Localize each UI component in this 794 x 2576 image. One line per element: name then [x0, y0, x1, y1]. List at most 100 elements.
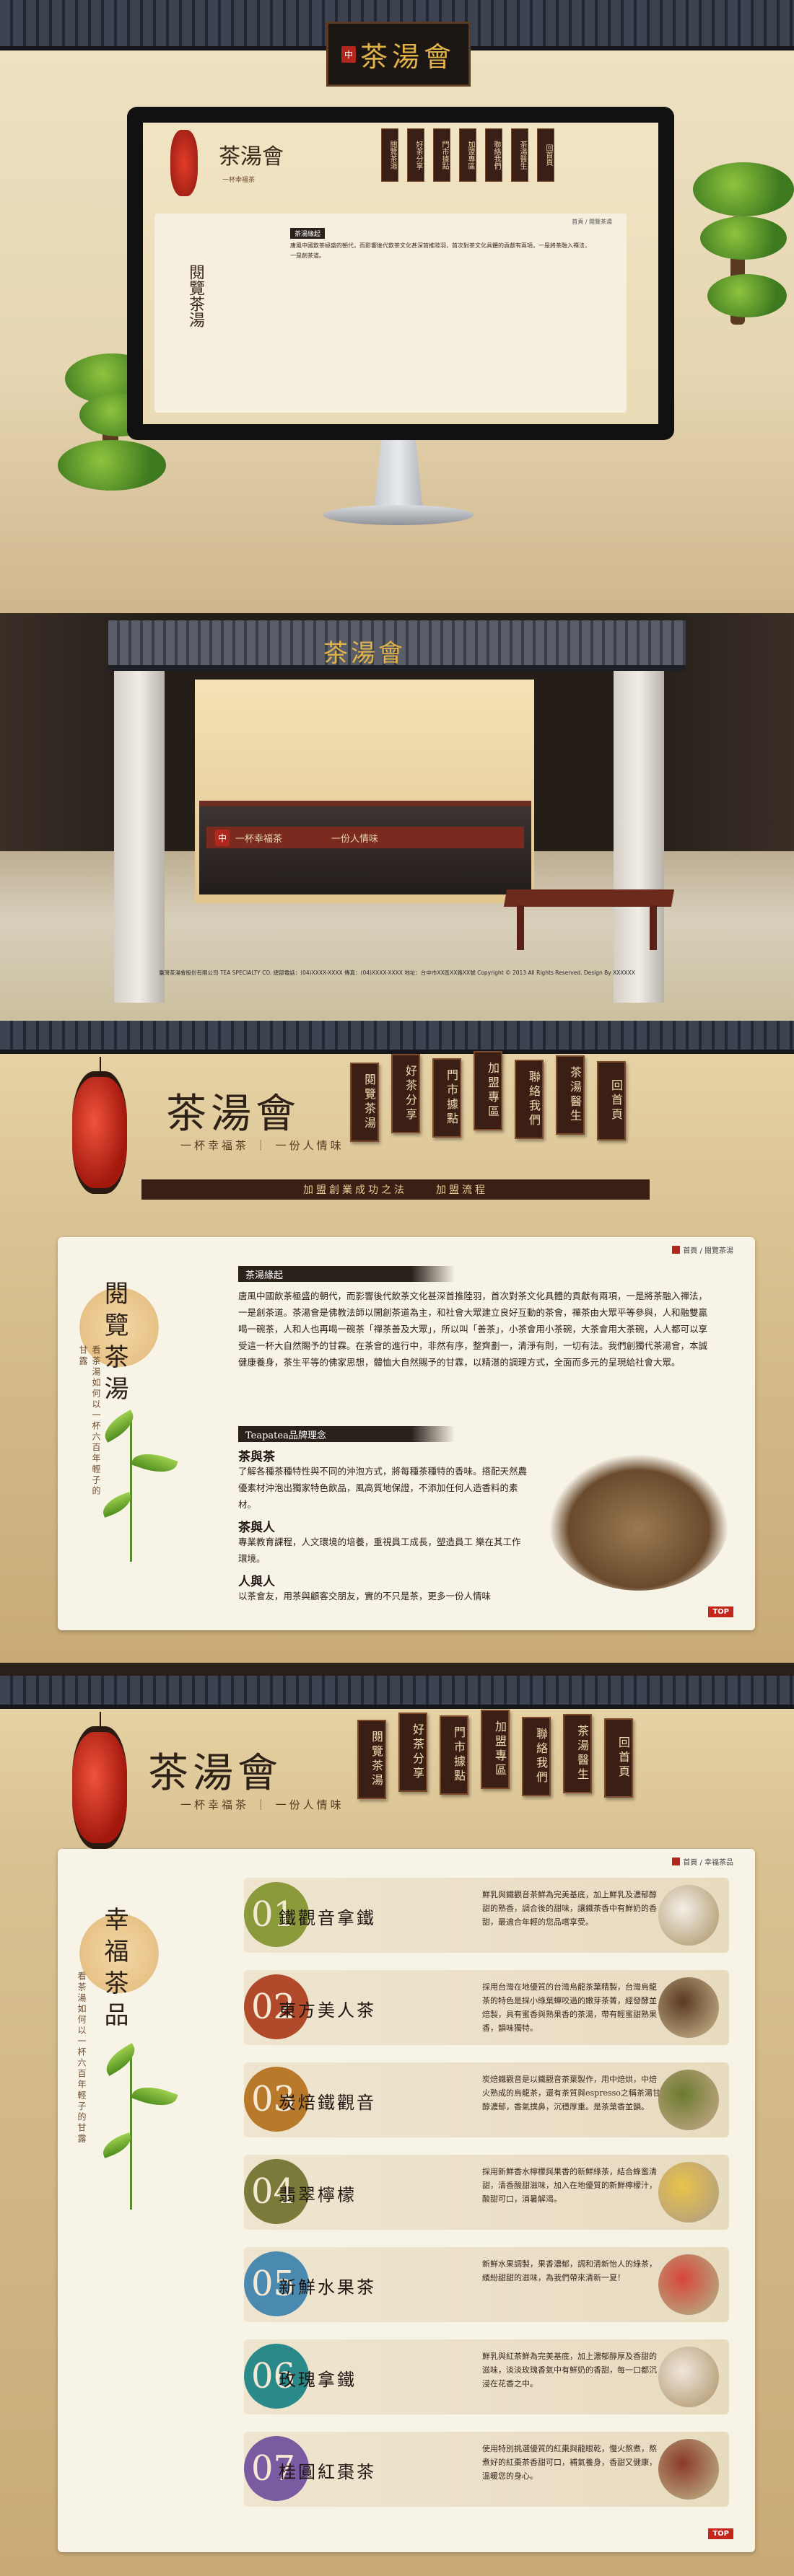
product-item[interactable]: 01 鐵觀音拿鐵 鮮乳與鐵觀音茶鮮為完美基底，加上鮮乳及濃郁醇甜的熟香，調合後的甜味… — [244, 1878, 729, 1953]
paragraph-people: 以茶會友，用茶與顧客交朋友，實的不只是茶，更多一份人情味 — [238, 1591, 492, 1601]
nav-tag-share[interactable]: 好茶分享 — [391, 1054, 420, 1133]
content-card: 首頁 / 閱覽茶湯 閱覽茶湯 看茶湯如何以一杯六百年輕子的甘露 茶湯緣起 唐風中… — [58, 1237, 755, 1630]
intro-paragraph: 唐風中國飲茶極盛的朝代，而影響後代飲茶文化甚深首推陸羽，首次對茶文化具體的貢獻有… — [238, 1291, 708, 1368]
shop-counter: 中 一杯幸福茶 一份人情味 — [199, 801, 531, 894]
product-item[interactable]: 02 東方美人茶 採用台灣在地優質的台灣烏龍茶葉精製，台灣烏龍茶的特色是採小綠葉蟬咬… — [244, 1970, 729, 2045]
nav-tag-contact[interactable]: 聯絡我們 — [515, 1060, 544, 1139]
mini-logo: 茶湯會 — [219, 144, 284, 170]
slogan-a: 一杯幸福茶 — [180, 1798, 250, 1811]
lantern — [72, 1726, 127, 1849]
mini-nav: 閱覽茶湯 好茶分享 門市據點 加盟專區 聯絡我們 茶湯醫生 回首頁 — [381, 128, 554, 182]
back-to-top-button[interactable]: TOP — [708, 1606, 733, 1617]
mini-breadcrumb[interactable]: 首頁 / 閱覽茶湯 — [572, 218, 612, 226]
product-description: 鮮乳與鐵觀音茶鮮為完美基底，加上鮮乳及濃郁醇甜的熟香，調合後的甜味，讓鐵茶香中有… — [482, 1890, 657, 1927]
mini-nav-tag[interactable]: 聯絡我們 — [485, 128, 502, 182]
mini-nav-tag[interactable]: 門市據點 — [433, 128, 450, 182]
mini-nav-tag[interactable]: 茶湯醫生 — [511, 128, 528, 182]
nav-tags: 閱覽茶湯 好茶分享 門市據點 加盟專區 聯絡我們 茶湯醫生 回首頁 — [350, 1050, 638, 1142]
product-name: 炭焙鐵觀音 — [279, 2093, 376, 2113]
nav-tag-read[interactable]: 閱覽茶湯 — [357, 1720, 386, 1799]
home-icon — [672, 1246, 681, 1254]
page-logo[interactable]: 茶湯會 — [166, 1081, 300, 1140]
product-name: 東方美人茶 — [279, 2000, 376, 2021]
pillar — [614, 671, 664, 1003]
nav-tag-read[interactable]: 閱覽茶湯 — [350, 1063, 379, 1142]
sub-nav-item[interactable]: 加盟創業成功之法 — [303, 1182, 407, 1197]
nav-tag-doctor[interactable]: 茶湯醫生 — [556, 1055, 585, 1135]
bonsai-tree — [58, 440, 166, 491]
brand-logo: 茶湯會 — [360, 40, 456, 73]
product-image — [658, 2070, 719, 2130]
nav-tag-share[interactable]: 好茶分享 — [398, 1713, 427, 1792]
mini-nav-tag[interactable]: 回首頁 — [537, 128, 554, 182]
page-slogan: 一杯幸福茶 ｜ 一份人情味 — [180, 1798, 344, 1811]
lantern — [72, 1071, 127, 1194]
product-item[interactable]: 05 新鮮水果茶 新鮮水果調製，果香濃郁，調和清新怡人的綠茶，繽紛甜甜的滋味，為我們… — [244, 2247, 729, 2322]
slogan-b: 一份人情味 — [275, 1139, 344, 1152]
product-item[interactable]: 04 翡翠檸檬 採用新鮮香水檸檬與果香的新鮮綠茶，結合蜂蜜清甜，清香酸甜滋味，加入在… — [244, 2155, 729, 2230]
section-heading: 茶湯緣起 — [238, 1266, 455, 1282]
product-name: 玫瑰拿鐵 — [279, 2370, 357, 2390]
brand-seal: 中 — [341, 45, 356, 63]
product-description: 使用特別挑選優質的紅棗與龍眼乾，慢火熬煮，熬煮好的紅棗茶香甜可口，補氣養身，香甜… — [482, 2444, 657, 2481]
counter-strip: 中 一杯幸福茶 一份人情味 — [206, 827, 524, 848]
bonsai-tree — [693, 162, 794, 216]
mini-nav-tag[interactable]: 閱覽茶湯 — [381, 128, 398, 182]
product-image — [658, 2254, 719, 2315]
nav-tag-contact[interactable]: 聯絡我們 — [522, 1717, 551, 1796]
page-slogan: 一杯幸福茶 ｜ 一份人情味 — [180, 1139, 344, 1152]
nav-tag-home[interactable]: 回首頁 — [597, 1061, 626, 1140]
breadcrumb-text: 首頁 / 閱覽茶湯 — [683, 1247, 733, 1255]
shop-photo-section: 茶湯會 中 一杯幸福茶 一份人情味 臺灣茶湯會股份有限公司 TEA SPECIA… — [0, 613, 794, 1021]
slogan-b: 一份人情味 — [275, 1798, 344, 1811]
product-name: 桂圓紅棗茶 — [279, 2462, 376, 2482]
product-description: 鮮乳與紅茶鮮為完美基底，加上濃郁醇厚及香甜的滋味，淡淡玫瑰香氣中有鮮奶的香甜，每… — [482, 2352, 657, 2388]
breadcrumb[interactable]: 首頁 / 幸福茶品 — [672, 1856, 733, 1867]
mini-vertical-title: 閱覽茶湯 — [186, 264, 204, 328]
nav-tag-home[interactable]: 回首頁 — [604, 1718, 633, 1798]
product-description: 採用新鮮香水檸檬與果香的新鮮綠茶，結合蜂蜜清甜，清香酸甜滋味，加入在地優質的新鮮… — [482, 2167, 657, 2204]
tea-sprout-stem — [130, 1417, 132, 1562]
bench-leg — [517, 905, 524, 950]
lantern-rope — [100, 1712, 101, 1726]
home-icon — [672, 1858, 681, 1865]
hanging-signboard: 中 茶湯會 — [326, 22, 471, 87]
monitor-base — [323, 505, 474, 525]
concept-heading: Teapatea品牌理念 — [238, 1426, 455, 1442]
breadcrumb[interactable]: 首頁 / 閱覽茶湯 — [672, 1244, 733, 1255]
sub-nav-item[interactable]: 加盟流程 — [436, 1182, 488, 1197]
product-image — [658, 2439, 719, 2500]
nav-tag-franchise[interactable]: 加盟專區 — [481, 1710, 510, 1789]
nav-tag-stores[interactable]: 門市據點 — [432, 1058, 461, 1138]
page-logo[interactable]: 茶湯會 — [148, 1741, 282, 1799]
product-item[interactable]: 03 炭焙鐵觀音 炭焙鐵觀音是以鐵觀音茶葉製作，用中焙烘，中焙火熟成的烏龍茶，還有茶… — [244, 2062, 729, 2137]
back-to-top-button[interactable]: TOP — [708, 2528, 733, 2539]
bench-leg — [650, 905, 657, 950]
mini-nav-tag[interactable]: 加盟專區 — [459, 128, 476, 182]
nav-tag-franchise[interactable]: 加盟專區 — [474, 1051, 502, 1130]
product-item[interactable]: 06 玫瑰拿鐵 鮮乳與紅茶鮮為完美基底，加上濃郁醇厚及香甜的滋味，淡淡玫瑰香氣中有鮮… — [244, 2339, 729, 2414]
menu-card: 首頁 / 幸福茶品 幸福茶品 看茶湯如何以一杯六百年輕子的甘露 01 鐵觀音拿鐵鮮… — [58, 1849, 755, 2552]
bonsai-tree — [707, 274, 787, 317]
product-image — [658, 2347, 719, 2407]
counter-slogan-b: 一份人情味 — [331, 833, 379, 845]
breadcrumb-text: 首頁 / 幸福茶品 — [683, 1859, 733, 1867]
product-image — [658, 1885, 719, 1946]
monitor-stand — [374, 440, 423, 509]
nav-tags: 閱覽茶湯 好茶分享 門市據點 加盟專區 聯絡我們 茶湯醫生 回首頁 — [357, 1708, 645, 1799]
nav-tag-stores[interactable]: 門市據點 — [440, 1715, 468, 1795]
slogan-a: 一杯幸福茶 — [180, 1139, 250, 1152]
product-item[interactable]: 07 桂圓紅棗茶 使用特別挑選優質的紅棗與龍眼乾，慢火熬煮，熬煮好的紅棗茶香甜可口，… — [244, 2432, 729, 2507]
product-name: 翡翠檸檬 — [279, 2185, 357, 2205]
vertical-title: 幸福茶品 — [100, 1907, 128, 2034]
nav-tag-doctor[interactable]: 茶湯醫生 — [563, 1714, 592, 1793]
lantern — [170, 130, 198, 196]
mini-heading: 茶湯緣起 — [290, 228, 326, 239]
sub-nav-bar: 加盟創業成功之法 加盟流程 — [141, 1179, 650, 1200]
mini-slogan: 一杯幸福茶 — [222, 177, 256, 184]
vertical-subtitle: 看茶湯如何以一杯六百年輕子的甘露 — [78, 1345, 101, 1497]
roof-tiles — [0, 1676, 794, 1709]
showcase-section: 中 茶湯會 茶湯會 一杯幸福茶 閱覽茶湯 好茶分享 門市據點 加盟專區 聯絡我們… — [0, 0, 794, 613]
mini-nav-tag[interactable]: 好茶分享 — [407, 128, 424, 182]
about-page-section: 茶湯會 一杯幸福茶 ｜ 一份人情味 閱覽茶湯 好茶分享 門市據點 加盟專區 聯絡… — [0, 1021, 794, 1663]
